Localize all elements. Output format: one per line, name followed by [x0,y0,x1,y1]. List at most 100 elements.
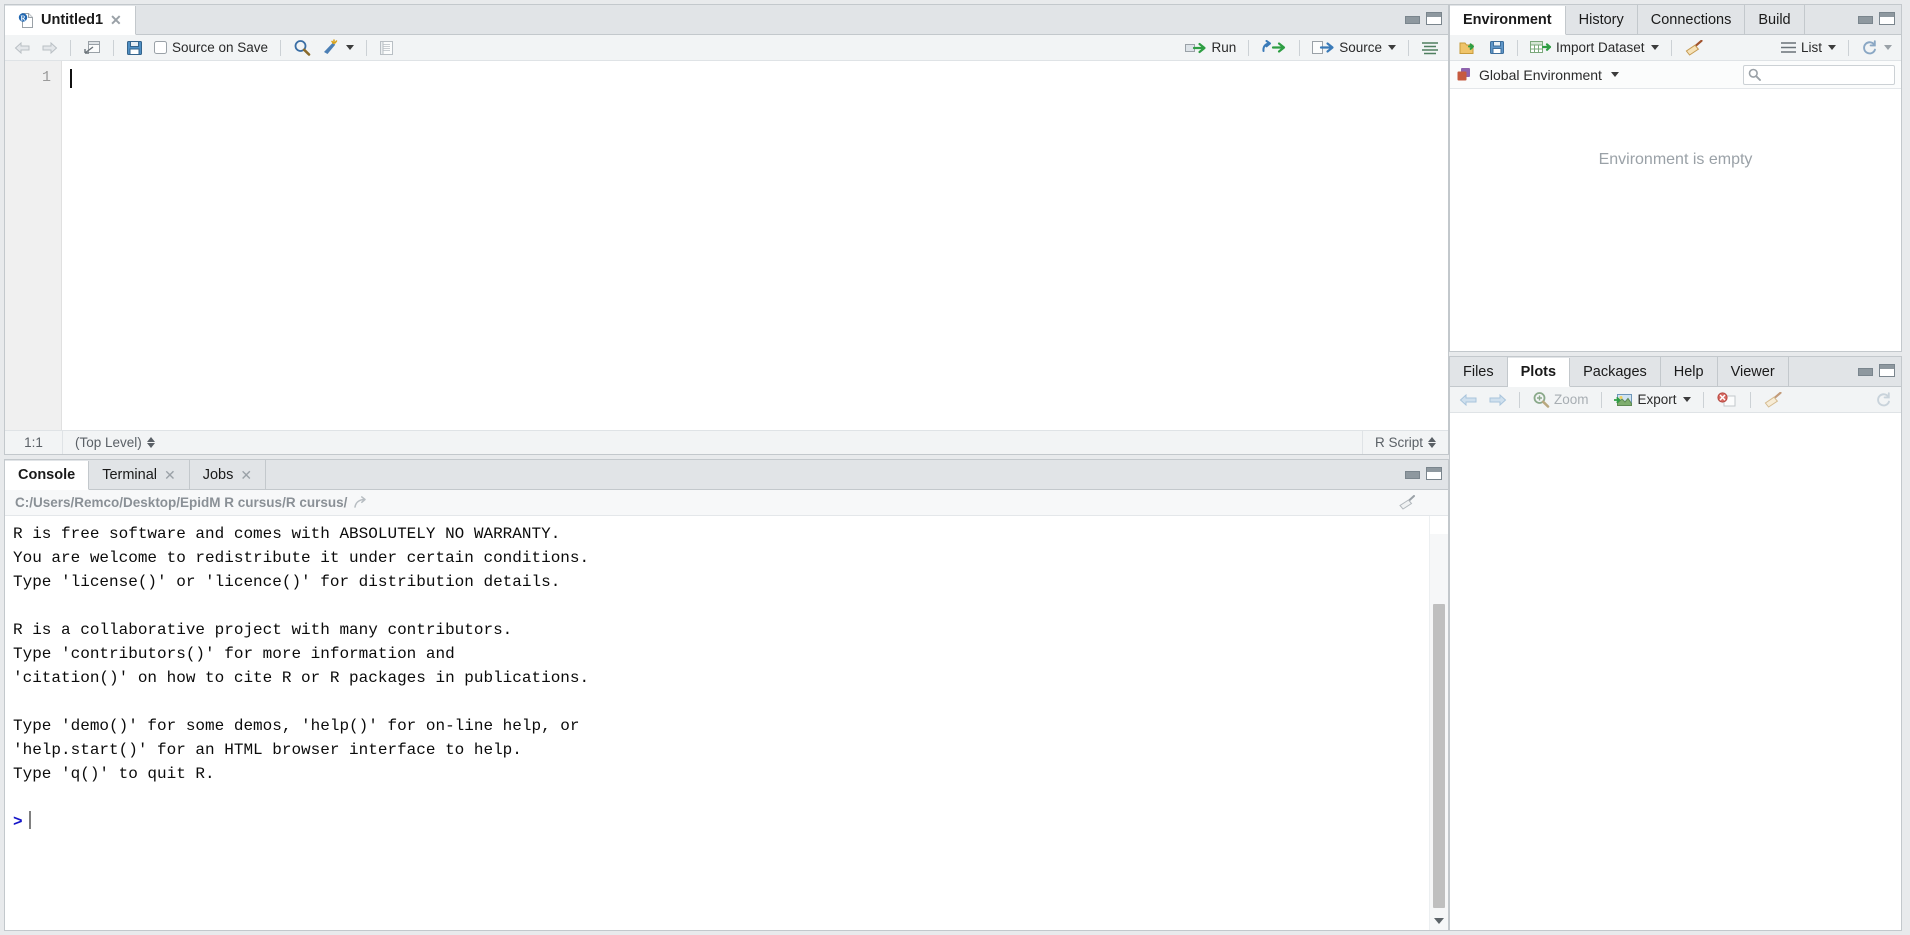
maximize-icon[interactable] [1426,12,1442,25]
tab-history[interactable]: History [1565,5,1638,34]
source-button[interactable]: Source [1309,39,1399,56]
tab-terminal-label: Terminal [102,466,157,483]
tab-plots-label: Plots [1520,364,1557,380]
export-plot-button[interactable]: Export [1611,391,1694,409]
code-tools-magic-icon[interactable] [318,38,357,57]
run-button[interactable]: Run [1182,39,1239,56]
close-icon[interactable]: ✕ [110,13,122,27]
text-cursor [70,69,72,88]
tab-help[interactable]: Help [1660,357,1718,386]
environment-toolbar: Import Dataset List [1450,35,1901,61]
console-prompt-line[interactable]: > [13,810,1448,834]
close-icon[interactable]: ✕ [164,468,176,482]
import-dataset-button[interactable]: Import Dataset [1527,39,1662,56]
console-scrollbar[interactable] [1429,516,1448,930]
tab-files-label: Files [1463,363,1494,380]
environment-empty-message: Environment is empty [1598,151,1753,168]
previous-plot-icon[interactable] [1456,392,1481,408]
scroll-down-icon[interactable] [1430,912,1448,930]
rstudio-ide: R Untitled1 ✕ Source on Save Run Source … [0,0,1910,935]
open-in-files-pane-icon[interactable] [354,496,371,509]
source-pane: R Untitled1 ✕ Source on Save Run Source … [4,4,1449,455]
next-plot-icon[interactable] [1485,392,1510,408]
minimize-icon[interactable] [1858,13,1873,24]
refresh-icon[interactable] [1858,39,1895,57]
plots-tabbar: Files Plots Packages Help Viewer [1450,357,1901,387]
console-line: R is free software and comes with ABSOLU… [13,525,561,543]
console-path-bar: C:/Users/Remco/Desktop/EpidM R cursus/R … [5,490,1448,516]
run-label: Run [1211,40,1237,55]
tab-environment[interactable]: Environment [1450,6,1566,35]
close-icon[interactable]: ✕ [240,468,252,482]
tab-console[interactable]: Console [5,461,90,490]
editor-code-area[interactable] [62,61,1448,430]
clear-workspace-broom-icon[interactable] [1681,39,1706,57]
console-line: You are welcome to redistribute it under… [13,549,590,567]
source-on-save-label: Source on Save [172,40,269,55]
tab-files[interactable]: Files [1450,357,1508,386]
tab-viewer[interactable]: Viewer [1717,357,1789,386]
show-in-new-window-icon[interactable] [80,39,104,56]
rerun-icon[interactable] [1258,39,1290,56]
plots-toolbar: Zoom Export [1450,387,1901,413]
line-number: 1 [41,69,51,86]
tab-build[interactable]: Build [1745,5,1805,34]
view-mode-selector[interactable]: List [1777,39,1839,56]
tab-console-label: Console [18,467,76,483]
document-type-selector[interactable]: R Script [1361,431,1448,454]
minimize-icon[interactable] [1405,468,1420,479]
source-tab-untitled1[interactable]: R Untitled1 ✕ [5,6,136,35]
tab-terminal[interactable]: Terminal ✕ [89,460,190,489]
console-line: Type 'q()' to quit R. [13,765,215,783]
console-line: 'help.start()' for an HTML browser inter… [13,741,522,759]
save-icon[interactable] [123,39,146,57]
save-workspace-icon[interactable] [1486,39,1508,56]
tab-plots[interactable]: Plots [1507,358,1571,387]
source-on-save-checkbox[interactable]: Source on Save [150,39,271,56]
refresh-plot-icon[interactable] [1872,391,1895,409]
load-workspace-icon[interactable] [1456,39,1482,57]
working-directory: C:/Users/Remco/Desktop/EpidM R cursus/R … [15,495,348,510]
r-script-icon: R [18,12,34,29]
environment-search-input[interactable] [1765,67,1890,82]
environment-search-box[interactable] [1743,64,1895,85]
tab-jobs[interactable]: Jobs ✕ [189,460,267,489]
maximize-icon[interactable] [1879,364,1895,377]
source-tab-label: Untitled1 [41,12,104,28]
console-line: Type 'contributors()' for more informati… [13,645,455,663]
clear-all-plots-broom-icon[interactable] [1760,391,1785,409]
clear-console-icon[interactable] [1397,494,1438,511]
minimize-icon[interactable] [1858,365,1873,376]
console-line: Type 'license()' or 'licence()' for dist… [13,573,561,591]
tab-viewer-label: Viewer [1730,363,1775,380]
tab-packages[interactable]: Packages [1570,357,1661,386]
maximize-icon[interactable] [1879,12,1895,25]
scope-label: (Top Level) [75,435,142,450]
scrollbar-thumb[interactable] [1433,604,1445,908]
scope-selector[interactable]: (Top Level) [63,431,167,454]
global-environment-selector[interactable]: Global Environment [1456,67,1619,83]
back-icon[interactable] [11,40,34,56]
tab-connections[interactable]: Connections [1637,5,1746,34]
compile-report-icon[interactable] [376,39,397,57]
zoom-plot-button[interactable]: Zoom [1529,390,1592,409]
document-outline-icon[interactable] [1418,40,1442,56]
forward-icon[interactable] [38,40,61,56]
right-column: Environment History Connections Build Im… [1449,0,1906,935]
editor-status-bar: 1:1 (Top Level) R Script [5,430,1448,454]
import-dataset-label: Import Dataset [1556,40,1645,55]
console-tabbar: Console Terminal ✕ Jobs ✕ [5,460,1448,490]
tab-build-label: Build [1758,11,1791,28]
source-label: Source [1339,40,1382,55]
console-cursor [28,811,31,829]
minimize-icon[interactable] [1405,13,1420,24]
source-editor[interactable]: 1 [5,61,1448,430]
source-window-controls [1405,12,1442,25]
search-icon[interactable] [290,38,314,57]
maximize-icon[interactable] [1426,467,1442,480]
remove-plot-icon[interactable] [1713,391,1741,409]
environment-search-row: Global Environment [1450,61,1901,89]
console-output[interactable]: R is free software and comes with ABSOLU… [5,516,1448,930]
